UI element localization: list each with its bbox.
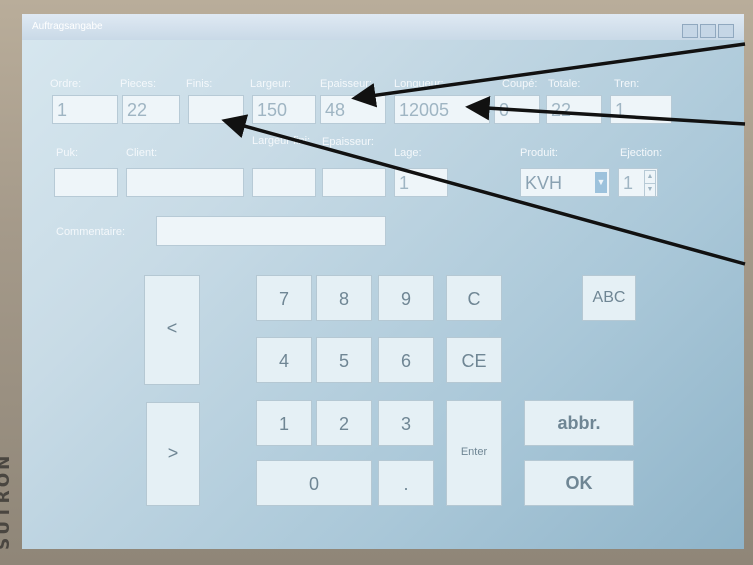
arrow-to-finis: [221, 114, 746, 266]
arrow-to-longueur: [465, 95, 746, 126]
arrow-to-epaisseur: [351, 42, 746, 108]
annotation-arrows: [221, 42, 746, 266]
